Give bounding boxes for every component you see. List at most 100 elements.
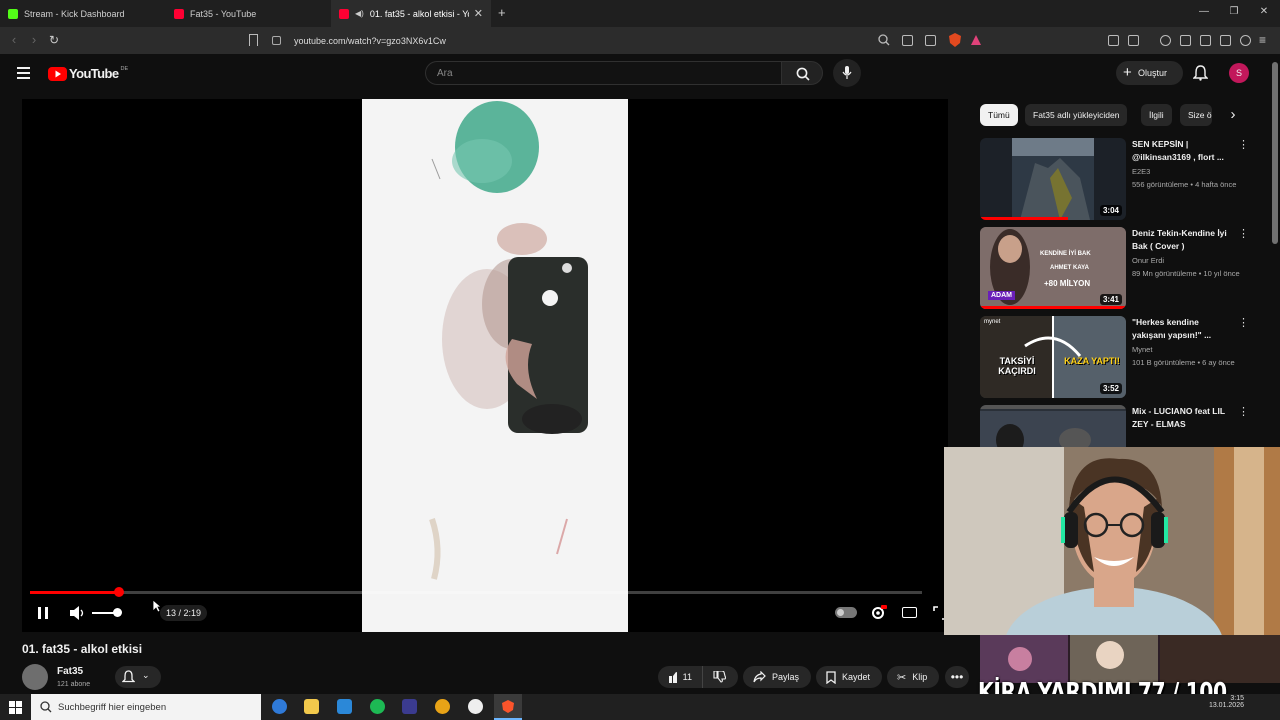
- restore-icon[interactable]: ❐: [1227, 6, 1241, 17]
- music-icon[interactable]: [1160, 35, 1171, 46]
- zoom-search-icon[interactable]: [878, 34, 890, 46]
- chip-related[interactable]: İlgili: [1141, 104, 1172, 126]
- video-thumbnail[interactable]: KENDİNE İYİ BAK AHMET KAYA +80 MİLYON AD…: [980, 227, 1126, 309]
- leo-ai-icon[interactable]: [1220, 35, 1231, 46]
- brave-rewards-icon[interactable]: [970, 34, 982, 46]
- more-vertical-icon[interactable]: ⋮: [1238, 227, 1249, 240]
- chips-next-icon[interactable]: ›: [1222, 104, 1244, 126]
- brave-shields-icon[interactable]: [948, 32, 962, 48]
- more-horizontal-icon: •••: [950, 670, 964, 684]
- youtube-wordmark: YouTube: [69, 66, 119, 81]
- hamburger-menu-icon[interactable]: [17, 67, 30, 79]
- file-explorer-icon[interactable]: [304, 699, 319, 714]
- store-icon[interactable]: [337, 699, 352, 714]
- chip-from-uploader[interactable]: Fat35 adlı yükleyiciden: [1025, 104, 1128, 126]
- webcam-overlay: [944, 447, 1280, 635]
- recommendation-channel[interactable]: E2E3: [1132, 167, 1150, 176]
- account-avatar[interactable]: S: [1229, 63, 1249, 83]
- bell-icon: [122, 670, 135, 683]
- volume-knob[interactable]: [113, 608, 122, 617]
- settings-gear-icon[interactable]: [869, 604, 887, 622]
- youtube-logo[interactable]: YouTube DE: [48, 66, 128, 81]
- spotify-icon[interactable]: [370, 699, 385, 714]
- theater-mode-icon[interactable]: [902, 607, 917, 618]
- audio-playing-icon: ◀): [355, 9, 364, 18]
- more-actions-button[interactable]: •••: [945, 666, 969, 688]
- search-input[interactable]: Ara: [425, 61, 781, 85]
- minimize-icon[interactable]: —: [1197, 6, 1211, 17]
- vpn-icon[interactable]: [1240, 35, 1251, 46]
- recommendation-item[interactable]: mynet TAKSİYİ KAÇIRDI KAZA YAPTI! 3:52 "…: [980, 316, 1250, 398]
- calculator-icon[interactable]: [402, 699, 417, 714]
- recommendation-meta: 556 görüntüleme • 4 hafta önce: [1132, 180, 1237, 189]
- recommendation-meta: 89 Mn görüntüleme • 10 yıl önce: [1132, 269, 1240, 278]
- chip-for-you[interactable]: Size ö: [1180, 104, 1212, 126]
- progress-bar[interactable]: [30, 587, 922, 597]
- autoplay-toggle[interactable]: [835, 607, 857, 618]
- bookmark-icon[interactable]: [249, 34, 258, 46]
- share-page-icon[interactable]: [925, 35, 936, 46]
- share-button[interactable]: Paylaş: [743, 666, 811, 688]
- reload-icon[interactable]: ↻: [46, 32, 62, 48]
- subscription-bell-button[interactable]: ⌄: [115, 666, 161, 688]
- back-icon[interactable]: ‹: [6, 32, 22, 48]
- browser-menu-icon[interactable]: ≡: [1259, 33, 1266, 47]
- chrome-icon[interactable]: [435, 699, 450, 714]
- video-thumbnail[interactable]: 3:04: [980, 138, 1126, 220]
- site-settings-icon[interactable]: [272, 36, 281, 45]
- tab-title: Stream - Kick Dashboard: [24, 8, 125, 19]
- share-icon: [753, 671, 766, 683]
- recommendation-item[interactable]: 3:04 SEN KEPSİN | @ilkinsan3169 , flort …: [980, 138, 1250, 220]
- chip-all[interactable]: Tümü: [980, 104, 1018, 126]
- more-vertical-icon[interactable]: ⋮: [1238, 138, 1249, 151]
- taskbar-clock[interactable]: 3:15 13.01.2026: [1148, 695, 1244, 709]
- clip-button[interactable]: ✂ Klip: [887, 666, 939, 688]
- voice-search-button[interactable]: [833, 59, 861, 87]
- video-thumbnail[interactable]: mynet TAKSİYİ KAÇIRDI KAZA YAPTI! 3:52: [980, 316, 1126, 398]
- recommendation-title[interactable]: Mix - LUCIANO feat LIL ZEY - ELMAS: [1132, 405, 1234, 431]
- create-button[interactable]: + Oluştur: [1116, 61, 1183, 85]
- watched-progress: [980, 306, 1126, 309]
- edge-browser-icon[interactable]: [272, 699, 287, 714]
- obs-icon[interactable]: [468, 699, 483, 714]
- more-vertical-icon[interactable]: ⋮: [1238, 405, 1249, 418]
- recommendation-meta: 101 B görüntüleme • 6 ay önce: [1132, 358, 1235, 367]
- cast-icon[interactable]: [902, 35, 913, 46]
- thumbnail-text: KAZA YAPTI!: [1064, 356, 1120, 366]
- browser-tab-video[interactable]: ◀) 01. fat35 - alkol etkisi - YouTube ✕: [331, 0, 491, 27]
- wallet-icon[interactable]: [1200, 35, 1211, 46]
- windows-start-icon[interactable]: [9, 701, 22, 714]
- pause-icon[interactable]: [37, 606, 49, 620]
- recommendation-channel[interactable]: Onur Erdi: [1132, 256, 1164, 265]
- video-title: 01. fat35 - alkol etkisi: [22, 642, 143, 656]
- more-vertical-icon[interactable]: ⋮: [1238, 316, 1249, 329]
- taskbar-active-app[interactable]: [494, 694, 522, 720]
- window-close-icon[interactable]: ✕: [1257, 6, 1271, 17]
- save-button[interactable]: Kaydet: [816, 666, 882, 688]
- sidebar-icon[interactable]: [1180, 35, 1191, 46]
- recommendation-title[interactable]: "Herkes kendine yakışanı yapsın!" ...: [1132, 316, 1234, 342]
- new-tab-button[interactable]: +: [498, 5, 506, 20]
- taskbar-search-input[interactable]: Suchbegriff hier eingeben: [31, 694, 261, 720]
- search-button[interactable]: [781, 61, 823, 85]
- microphone-icon: [842, 66, 852, 79]
- channel-name[interactable]: Fat35: [57, 666, 83, 677]
- progress-scrubber[interactable]: [114, 587, 125, 597]
- volume-icon[interactable]: [69, 605, 87, 621]
- browser-tab-kick[interactable]: Stream - Kick Dashboard: [0, 0, 165, 27]
- recommendation-title[interactable]: SEN KEPSİN | @ilkinsan3169 , flort ...: [1132, 138, 1234, 164]
- recommendation-channel[interactable]: Mynet: [1132, 345, 1152, 354]
- page-scrollbar[interactable]: [1272, 62, 1278, 244]
- video-player[interactable]: 13 / 2:19: [22, 99, 948, 632]
- dislike-button[interactable]: [702, 666, 738, 688]
- channel-avatar[interactable]: [22, 664, 48, 690]
- close-tab-icon[interactable]: ✕: [474, 7, 483, 20]
- extensions-icon[interactable]: [1108, 35, 1119, 46]
- media-icon[interactable]: [1128, 35, 1139, 46]
- recommendation-title[interactable]: Deniz Tekin-Kendine İyi Bak ( Cover ): [1132, 227, 1234, 253]
- like-button[interactable]: 11: [658, 666, 702, 688]
- browser-tab-fat35[interactable]: Fat35 - YouTube: [166, 0, 330, 27]
- recommendation-item[interactable]: KENDİNE İYİ BAK AHMET KAYA +80 MİLYON AD…: [980, 227, 1250, 309]
- notifications-bell-icon[interactable]: [1193, 65, 1208, 81]
- forward-icon[interactable]: ›: [26, 32, 42, 48]
